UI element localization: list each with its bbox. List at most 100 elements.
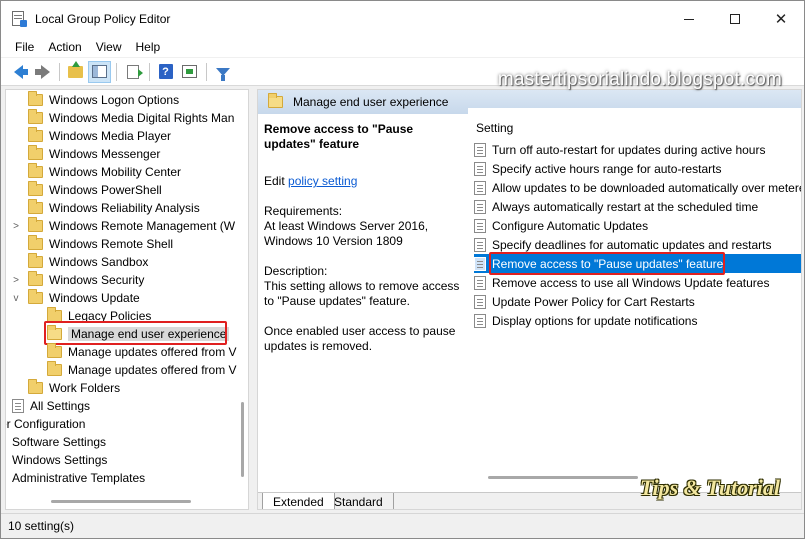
tree-item[interactable]: All Settings <box>6 397 90 415</box>
expand-chevron-icon[interactable]: > <box>10 275 22 286</box>
list-item[interactable]: Always automatically restart at the sche… <box>474 197 801 216</box>
console-tree[interactable]: Windows Logon Options Windows Media Digi… <box>5 89 249 510</box>
list-item[interactable]: Configure Automatic Updates <box>474 216 801 235</box>
policy-icon <box>474 180 486 195</box>
details-pane: Manage end user experience Remove access… <box>257 89 802 510</box>
list-item[interactable]: Specify active hours range for auto-rest… <box>474 159 801 178</box>
list-item[interactable]: Allow updates to be downloaded automatic… <box>474 178 801 197</box>
tree-item[interactable]: v Windows Update <box>10 289 140 307</box>
list-item[interactable]: Remove access to use all Windows Update … <box>474 273 801 292</box>
tree-item[interactable]: > Windows Remote Management (W <box>10 217 235 235</box>
maximize-button[interactable] <box>712 1 758 37</box>
filter-button[interactable] <box>211 61 234 83</box>
tree-item[interactable]: Work Folders <box>16 379 120 397</box>
toolbar-separator <box>116 62 117 81</box>
policy-icon <box>474 199 486 214</box>
folder-up-icon <box>68 60 83 78</box>
folder-icon <box>47 361 62 376</box>
tree-item[interactable]: Windows Remote Shell <box>16 235 173 253</box>
settings-list[interactable]: Setting Turn off auto-restart for update… <box>468 108 801 483</box>
policy-icon <box>474 275 486 290</box>
menu-bar: File Action View Help <box>1 37 804 57</box>
tree-item[interactable]: > Windows Security <box>10 271 144 289</box>
list-horizontal-scrollbar[interactable] <box>488 476 638 479</box>
policy-icon <box>474 313 486 328</box>
collapse-chevron-icon[interactable]: v <box>10 293 22 304</box>
show-action-pane-button[interactable] <box>178 61 201 83</box>
menu-view[interactable]: View <box>89 40 129 54</box>
policy-icon <box>474 294 486 309</box>
close-icon: ✕ <box>774 9 788 28</box>
policy-icon <box>474 237 486 252</box>
menu-action[interactable]: Action <box>41 40 88 54</box>
menu-help[interactable]: Help <box>129 40 168 54</box>
tree-item[interactable]: Windows PowerShell <box>16 181 162 199</box>
back-button[interactable] <box>7 61 30 83</box>
window-title: Local Group Policy Editor <box>35 12 171 26</box>
folder-icon <box>28 217 43 232</box>
help-icon: ? <box>158 64 173 79</box>
close-button[interactable]: ✕ <box>758 1 804 37</box>
list-item[interactable]: Turn off auto-restart for updates during… <box>474 140 801 159</box>
forward-button[interactable] <box>31 61 54 83</box>
folder-icon <box>28 253 43 268</box>
edit-line: Edit policy setting <box>264 174 358 188</box>
folder-icon <box>28 181 43 196</box>
folder-icon <box>28 163 43 178</box>
export-list-button[interactable] <box>121 61 144 83</box>
minimize-icon <box>684 18 694 20</box>
folder-icon <box>28 145 43 160</box>
menu-file[interactable]: File <box>8 40 41 54</box>
maximize-icon <box>730 14 740 24</box>
policy-editor-icon <box>11 11 27 27</box>
tab-standard[interactable]: Standard <box>324 493 394 509</box>
highlight-box <box>44 321 227 345</box>
minimize-button[interactable] <box>666 1 712 37</box>
tree-item[interactable]: Windows Sandbox <box>16 253 148 271</box>
export-icon <box>126 64 143 79</box>
tree-item[interactable]: Administrative Templates <box>6 469 145 487</box>
column-header-setting[interactable]: Setting <box>476 121 513 135</box>
settings-list-icon <box>12 399 24 413</box>
folder-icon <box>28 127 43 142</box>
gpedit-window: Local Group Policy Editor ✕ File Action … <box>0 0 805 539</box>
folder-icon <box>28 271 43 286</box>
policy-setting-link[interactable]: policy setting <box>288 174 357 188</box>
policy-icon <box>474 256 486 271</box>
tree-item[interactable]: Windows Media Digital Rights Man <box>16 109 234 127</box>
folder-icon <box>28 379 43 394</box>
tree-item[interactable]: Windows Mobility Center <box>16 163 181 181</box>
brand-watermark: Tips & Tutorial <box>639 475 780 500</box>
description-note: Once enabled user access to pause update… <box>264 324 456 353</box>
tree-item[interactable]: Windows Messenger <box>16 145 160 163</box>
description: Description: This setting allows to remo… <box>264 264 460 308</box>
tree-vertical-scrollbar[interactable] <box>237 90 248 509</box>
tree-item[interactable]: Manage updates offered from V <box>35 361 237 379</box>
title-bar[interactable]: Local Group Policy Editor ✕ <box>1 1 804 37</box>
policy-title: Remove access to "Pause updates" feature <box>264 122 414 151</box>
tree-item[interactable]: er Configuration <box>6 415 85 433</box>
tree-item[interactable]: Windows Logon Options <box>16 91 179 109</box>
requirements: Requirements: At least Windows Server 20… <box>264 204 429 248</box>
help-button[interactable]: ? <box>154 61 177 83</box>
show-hide-tree-button[interactable] <box>88 60 111 83</box>
list-item[interactable]: Display options for update notifications <box>474 311 801 330</box>
tree-item[interactable]: Windows Media Player <box>16 127 171 145</box>
tree-item[interactable]: Windows Reliability Analysis <box>16 199 200 217</box>
status-text: 10 setting(s) <box>8 519 75 533</box>
expand-chevron-icon[interactable]: > <box>10 221 22 232</box>
tree-item[interactable]: Software Settings <box>6 433 106 451</box>
scroll-thumb[interactable] <box>241 402 244 477</box>
policy-icon <box>474 142 486 157</box>
tree-horizontal-scrollbar[interactable] <box>51 500 191 503</box>
console-tree-icon <box>92 65 107 78</box>
tree-item[interactable]: Windows Settings <box>6 451 107 469</box>
open-folder-icon <box>268 93 283 108</box>
tree-item[interactable]: Manage updates offered from V <box>35 343 237 361</box>
list-item[interactable]: Update Power Policy for Cart Restarts <box>474 292 801 311</box>
folder-icon <box>47 343 62 358</box>
highlight-box <box>489 252 725 275</box>
up-one-level-button[interactable] <box>64 60 87 83</box>
forward-arrow-icon <box>35 64 50 79</box>
folder-icon <box>28 289 43 304</box>
